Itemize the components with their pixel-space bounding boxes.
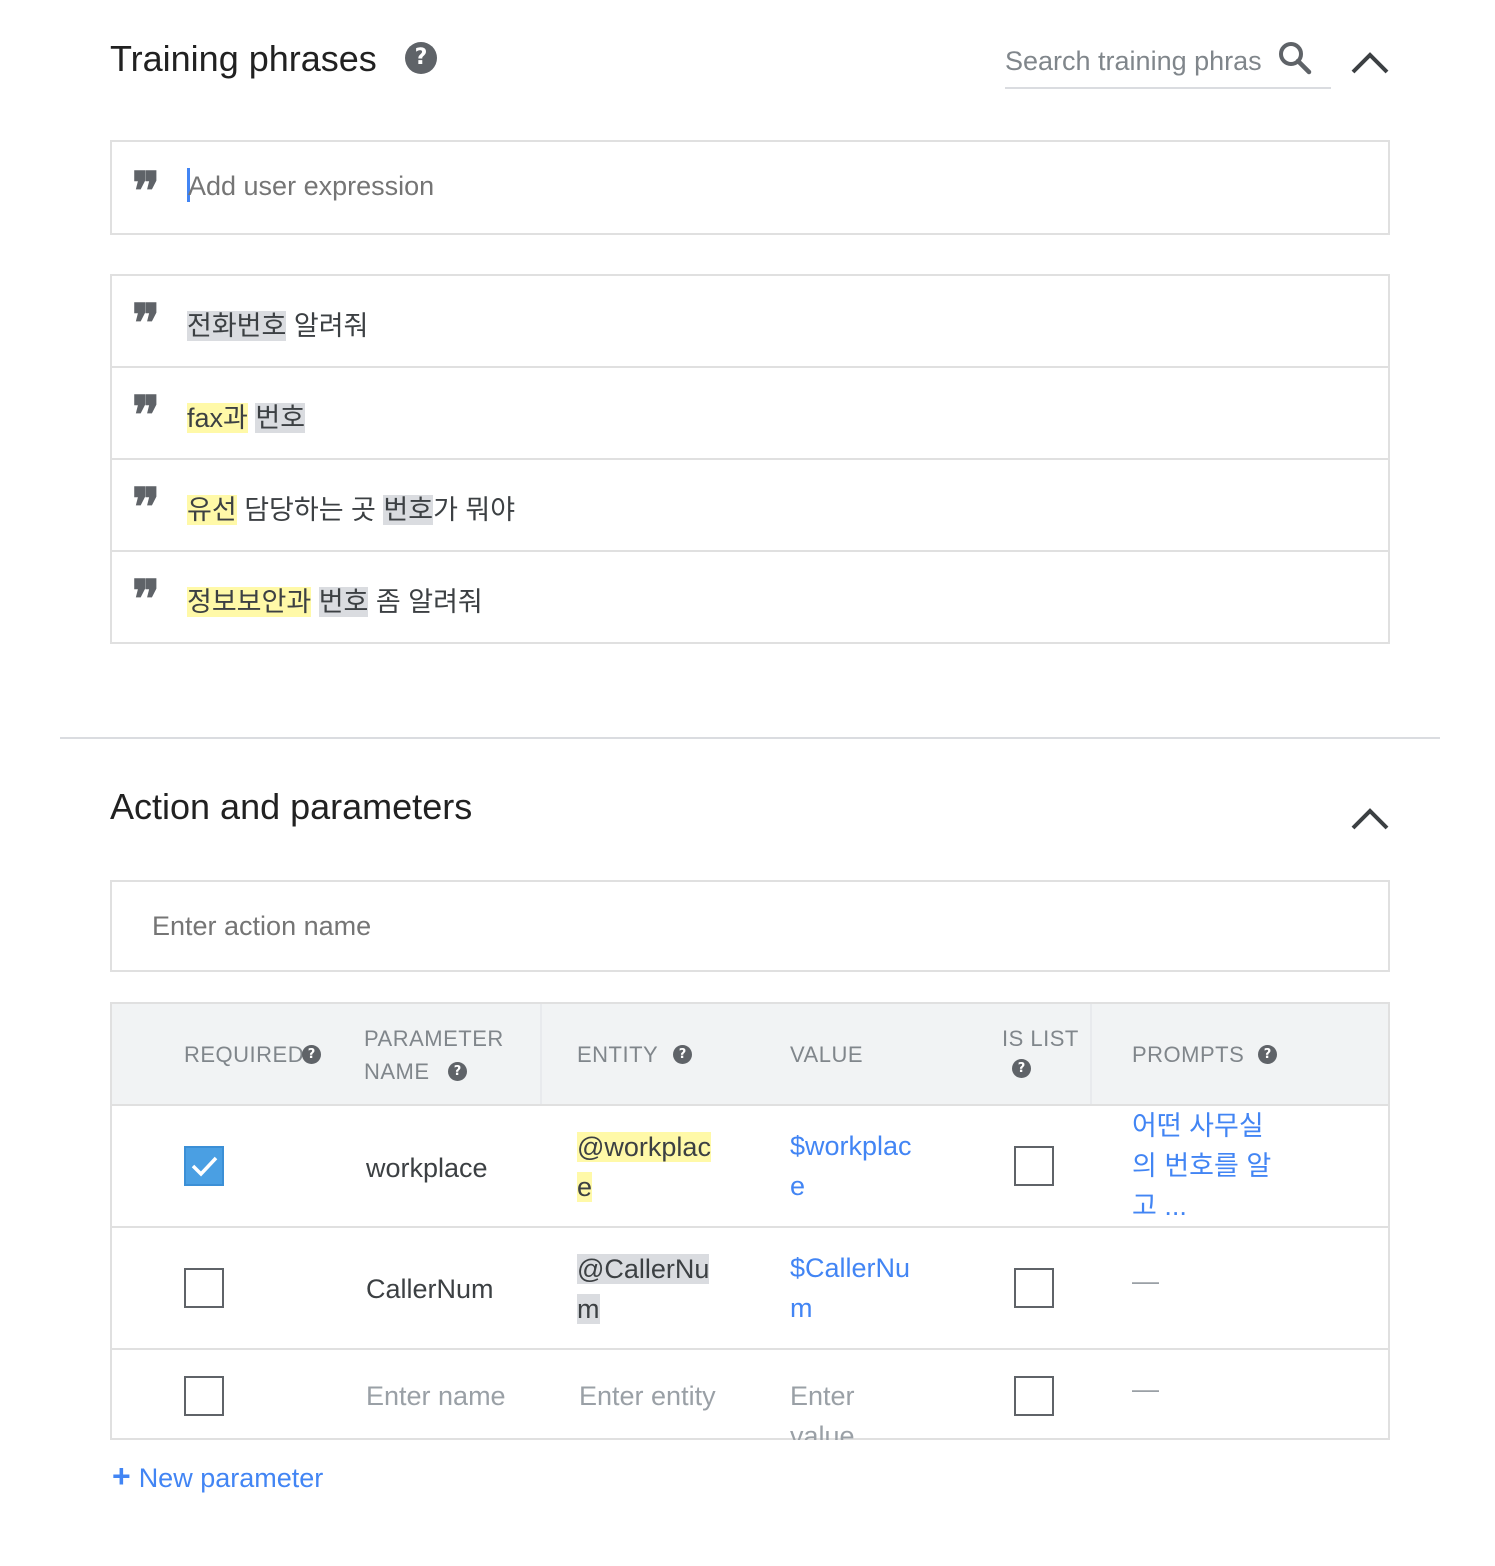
phrase-span: 알려줘	[286, 311, 369, 341]
add-expression-box[interactable]: ❞	[110, 140, 1390, 235]
prompts-empty[interactable]: —	[1132, 1266, 1159, 1297]
value-placeholder-line: Enter	[790, 1381, 855, 1411]
entity-value[interactable]: @CallerNu m	[577, 1249, 710, 1329]
prompt-line: 어떤 사무실	[1132, 1111, 1264, 1141]
training-phrase-text[interactable]: 정보보안과 번호 좀 알려줘	[187, 580, 483, 619]
search-icon[interactable]	[1277, 40, 1313, 76]
is-list-checkbox[interactable]	[1014, 1268, 1054, 1308]
check-icon	[191, 1156, 218, 1177]
annotated-span[interactable]: 유선	[187, 495, 237, 525]
header-entity: ENTITY	[577, 1042, 659, 1067]
annotated-span[interactable]: 번호	[383, 495, 434, 525]
search-training-input[interactable]	[1005, 38, 1263, 84]
training-phrase-row[interactable]: ❞ 정보보안과 번호 좀 알려줘	[112, 552, 1388, 644]
is-list-help-icon[interactable]: ?	[1012, 1059, 1031, 1078]
prompts-empty[interactable]: —	[1132, 1374, 1159, 1405]
action-name-box[interactable]	[110, 880, 1390, 972]
action-parameters-title: Action and parameters	[110, 786, 473, 827]
required-checkbox[interactable]	[184, 1376, 224, 1416]
training-phrase-text[interactable]: 전화번호 알려줘	[187, 304, 368, 343]
annotated-span[interactable]: 번호	[318, 587, 369, 617]
entity-line: @workplac	[577, 1132, 711, 1162]
quote-icon: ❞	[132, 385, 160, 446]
training-phrase-text[interactable]: 유선 담당하는 곳 번호가 뭐야	[187, 488, 515, 527]
collapse-training-chevron-up-icon[interactable]	[1348, 46, 1392, 76]
training-phrase-row[interactable]: ❞ fax과 번호	[112, 368, 1388, 460]
header-value: VALUE	[790, 1042, 864, 1067]
plus-icon: +	[112, 1458, 131, 1494]
prompts-link[interactable]: 어떤 사무실의 번호를 알고 ...	[1132, 1106, 1271, 1226]
quote-icon: ❞	[132, 477, 160, 538]
header-parameter-name-line2: NAME	[364, 1059, 430, 1084]
training-phrase-list: ❞ 전화번호 알려줘 ❞ fax과 번호 ❞ 유선 담당하는 곳 번호가 뭐야 …	[110, 274, 1390, 644]
annotated-span[interactable]: fax과	[187, 403, 248, 433]
value-line: $CallerNu	[790, 1253, 911, 1283]
header-parameter-name-line1: PARAMETER	[364, 1026, 504, 1051]
table-row: workplace @workplac e $workplac e 어떤 사무실의 …	[112, 1104, 1388, 1226]
section-divider	[60, 737, 1440, 739]
entity-value[interactable]: @workplac e	[577, 1127, 711, 1207]
phrase-span: 좀 알려줘	[368, 587, 483, 617]
value-placeholder-line: value	[790, 1421, 855, 1440]
value-field[interactable]: $CallerNu m	[790, 1248, 910, 1328]
new-parameter-label: New parameter	[138, 1463, 324, 1493]
collapse-action-chevron-up-icon[interactable]	[1348, 802, 1392, 832]
enter-value-input[interactable]: Enter value	[790, 1376, 855, 1440]
quote-icon: ❞	[132, 569, 160, 630]
entity-help-icon[interactable]: ?	[673, 1045, 692, 1064]
header-is-list: IS LIST	[1002, 1026, 1079, 1051]
training-phrase-text[interactable]: fax과 번호	[187, 396, 306, 435]
training-phrases-title: Training phrases	[110, 38, 377, 79]
new-parameter-button[interactable]: + New parameter	[112, 1458, 323, 1495]
header-required: REQUIRED	[184, 1042, 305, 1067]
annotated-span[interactable]: 전화번호	[187, 311, 287, 341]
column-divider	[1090, 1004, 1092, 1104]
parameter-name[interactable]: workplace	[366, 1148, 488, 1188]
phrase-span	[311, 587, 319, 617]
value-line: m	[790, 1293, 813, 1323]
phrase-span: 담당하는 곳	[236, 495, 384, 525]
table-header: REQUIRED ? PARAMETER NAME ? ENTITY ? VAL…	[112, 1004, 1388, 1104]
training-phrase-row[interactable]: ❞ 전화번호 알려줘	[112, 276, 1388, 368]
parameter-name-help-icon[interactable]: ?	[448, 1062, 467, 1081]
phrase-span: 가 뭐야	[433, 495, 516, 525]
quote-icon: ❞	[132, 161, 160, 222]
required-checkbox[interactable]	[184, 1146, 224, 1186]
prompt-line: 고 ...	[1132, 1191, 1187, 1221]
training-phrase-row[interactable]: ❞ 유선 담당하는 곳 번호가 뭐야	[112, 460, 1388, 552]
search-training-field[interactable]	[1005, 36, 1331, 89]
parameters-table: REQUIRED ? PARAMETER NAME ? ENTITY ? VAL…	[110, 1002, 1390, 1440]
add-user-expression-input[interactable]	[188, 166, 1368, 206]
value-field[interactable]: $workplac e	[790, 1126, 912, 1206]
prompt-line: 의 번호를 알	[1132, 1151, 1272, 1181]
enter-entity-input[interactable]: Enter entity	[579, 1376, 716, 1416]
column-divider	[540, 1004, 542, 1104]
entity-line: m	[577, 1294, 600, 1324]
value-line: e	[790, 1171, 806, 1201]
entity-line: e	[577, 1172, 593, 1202]
table-row-new: Enter name Enter entity Enter value —	[112, 1348, 1388, 1440]
is-list-checkbox[interactable]	[1014, 1146, 1054, 1186]
parameter-name[interactable]: CallerNum	[366, 1269, 494, 1309]
annotated-span[interactable]: 번호	[255, 403, 306, 433]
header-prompts: PROMPTS	[1132, 1042, 1245, 1067]
prompts-help-icon[interactable]: ?	[1258, 1045, 1277, 1064]
is-list-checkbox[interactable]	[1014, 1376, 1054, 1416]
annotated-span[interactable]: 정보보안과	[187, 587, 312, 617]
action-name-input[interactable]	[152, 906, 1352, 946]
table-row: CallerNum @CallerNu m $CallerNu m —	[112, 1226, 1388, 1348]
enter-name-input[interactable]: Enter name	[366, 1376, 506, 1416]
quote-icon: ❞	[132, 293, 160, 354]
required-help-icon[interactable]: ?	[302, 1045, 321, 1064]
required-checkbox[interactable]	[184, 1268, 224, 1308]
entity-line: @CallerNu	[577, 1254, 710, 1284]
training-help-icon[interactable]: ?	[405, 42, 437, 74]
value-line: $workplac	[790, 1131, 912, 1161]
